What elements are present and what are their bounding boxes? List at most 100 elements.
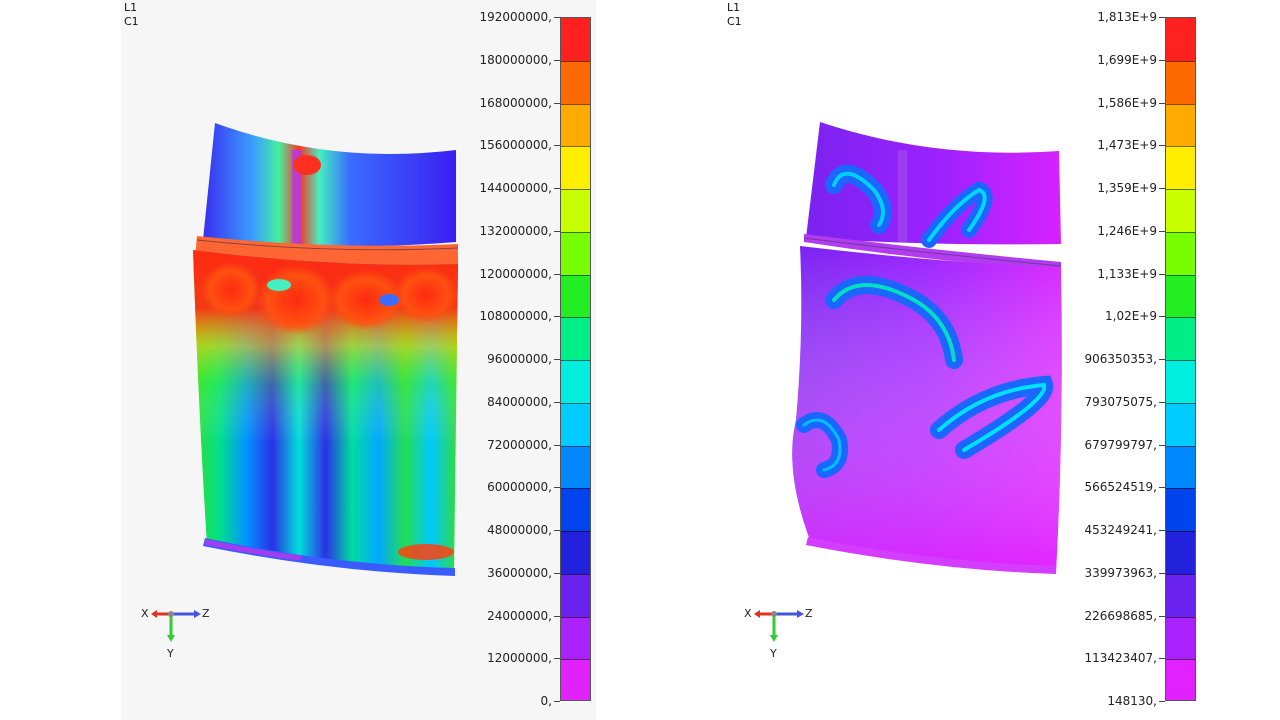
scale-band-separator	[561, 231, 590, 233]
scale-band-separator	[1166, 103, 1195, 105]
scale-tick-mark	[554, 188, 560, 189]
scale-tick-label: 1,813E+9	[1097, 10, 1157, 24]
scale-tick-mark	[1159, 59, 1165, 61]
scale-tick-mark	[554, 701, 560, 702]
scale-band	[1166, 60, 1195, 105]
scale-band-separator	[1166, 360, 1195, 361]
scale-tick-mark	[554, 401, 560, 403]
scale-band	[561, 360, 590, 404]
scale-tick-mark	[554, 615, 560, 617]
scale-band-separator	[1166, 531, 1195, 532]
axis-triad-left: X Z Y	[141, 604, 213, 664]
scale-tick-label: 793075075,	[1084, 394, 1157, 409]
scale-tick-mark	[1159, 572, 1165, 574]
scale-tick-label: 84000000,	[487, 394, 552, 409]
triad-x-label: X	[744, 607, 752, 620]
scale-tick-mark	[1159, 359, 1165, 360]
scale-band	[1166, 531, 1195, 575]
axis-triad-right: X Z Y	[744, 604, 816, 664]
scale-band	[561, 488, 590, 532]
scale-tick-label: 1,586E+9	[1097, 95, 1157, 110]
scale-band	[1166, 189, 1195, 233]
viewport-left[interactable]: L1 C1 192000000, 180000000, 168000000, 1…	[121, 0, 596, 720]
scale-tick-label: 60000000,	[487, 480, 552, 495]
scale-tick-mark	[554, 530, 560, 531]
scale-band-separator	[561, 189, 590, 190]
scale-tick-label: 120000000,	[479, 266, 552, 281]
scale-tick-mark	[1159, 530, 1165, 531]
scale-band-separator	[1166, 402, 1195, 404]
color-scale-bar-right	[1165, 17, 1196, 701]
scale-band-separator	[561, 488, 590, 490]
scale-band	[561, 573, 590, 618]
scale-band	[1166, 488, 1195, 532]
color-scale-bar-left	[560, 17, 591, 701]
scale-band	[1166, 445, 1195, 490]
scale-band-separator	[561, 274, 590, 276]
scale-tick-mark	[554, 102, 560, 104]
scale-band	[1166, 402, 1195, 447]
scale-tick-label: 1,246E+9	[1097, 223, 1157, 238]
scale-band	[1166, 103, 1195, 148]
scale-tick-label: 1,699E+9	[1097, 52, 1157, 67]
scale-tick-label: 1,359E+9	[1097, 181, 1157, 195]
scale-tick-label: 108000000,	[479, 309, 552, 324]
scale-band	[1166, 616, 1195, 661]
scale-band-separator	[561, 103, 590, 105]
scale-band-separator	[1166, 317, 1195, 319]
scale-tick-label: 180000000,	[479, 52, 552, 67]
scale-tick-label: 226698685,	[1084, 608, 1157, 623]
scale-band-separator	[1166, 488, 1195, 490]
scale-tick-mark	[1159, 487, 1165, 489]
scale-tick-label: 339973963,	[1084, 565, 1157, 580]
scale-band	[561, 659, 590, 700]
scale-band-separator	[561, 360, 590, 361]
scale-tick-label: 24000000,	[487, 608, 552, 623]
scale-band	[561, 616, 590, 661]
scale-tick-label: 96000000,	[487, 352, 552, 366]
scale-band-separator	[1166, 659, 1195, 661]
scale-tick-mark	[1159, 17, 1165, 18]
scale-tick-mark	[1159, 316, 1165, 318]
scale-tick-mark	[554, 59, 560, 61]
scale-tick-mark	[554, 572, 560, 574]
scale-tick-mark	[1159, 145, 1165, 147]
scale-tick-label: 156000000,	[479, 138, 552, 153]
scale-band-separator	[1166, 616, 1195, 618]
scale-band-separator	[1166, 231, 1195, 233]
triad-z-label: Z	[202, 607, 210, 620]
scale-tick-label: 72000000,	[487, 437, 552, 452]
viewport-right[interactable]: L1 C1 1,813E+9 1,699E+9 1,586E+9 1,473E+…	[724, 0, 1200, 720]
scale-tick-mark	[554, 444, 560, 446]
triad-y-label: Y	[770, 647, 777, 660]
scale-band	[1166, 146, 1195, 190]
triad-z-label: Z	[805, 607, 813, 620]
scale-band	[561, 18, 590, 62]
scale-band	[1166, 659, 1195, 700]
scale-tick-label: 566524519,	[1084, 480, 1157, 495]
scale-tick-label: 906350353,	[1084, 352, 1157, 366]
scale-band	[561, 146, 590, 190]
scale-tick-label: 1,473E+9	[1097, 138, 1157, 153]
triad-x-label: X	[141, 607, 149, 620]
scale-band-separator	[1166, 274, 1195, 276]
scale-tick-label: 148130,	[1107, 694, 1157, 708]
scale-tick-label: 113423407,	[1084, 651, 1157, 666]
scale-tick-label: 168000000,	[479, 95, 552, 110]
scale-tick-mark	[554, 658, 560, 660]
scale-tick-label: 679799797,	[1084, 437, 1157, 452]
scale-band-separator	[561, 60, 590, 62]
scale-tick-mark	[1159, 615, 1165, 617]
scale-band	[561, 60, 590, 105]
scale-band-separator	[1166, 146, 1195, 148]
scale-tick-label: 1,133E+9	[1097, 266, 1157, 281]
scale-band-separator	[1166, 189, 1195, 190]
scale-band-separator	[561, 573, 590, 575]
scale-band	[1166, 18, 1195, 62]
scale-tick-mark	[554, 145, 560, 147]
scale-band	[561, 103, 590, 148]
scale-tick-label: 48000000,	[487, 523, 552, 537]
scale-tick-label: 12000000,	[487, 651, 552, 666]
scale-band-separator	[561, 659, 590, 661]
scale-band-separator	[561, 402, 590, 404]
